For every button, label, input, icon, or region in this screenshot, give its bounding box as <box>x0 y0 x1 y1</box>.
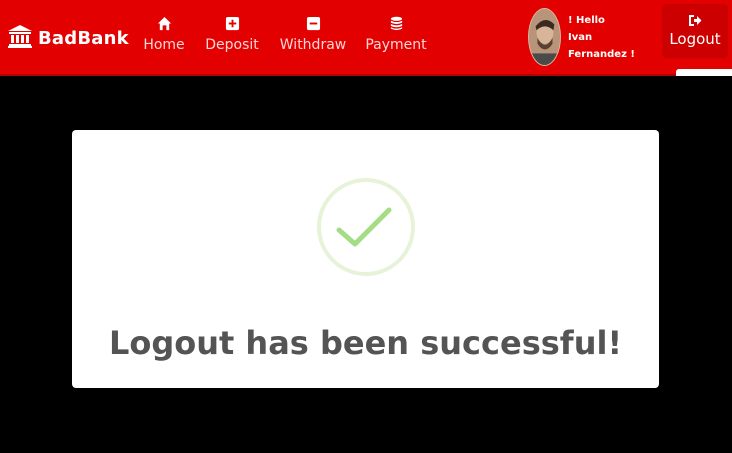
nav-deposit-label: Deposit <box>205 37 259 53</box>
nav-home[interactable]: Home <box>142 16 186 60</box>
sign-out-icon <box>689 15 702 26</box>
user-greeting: ! Hello Ivan Fernandez ! <box>568 12 658 63</box>
user-avatar[interactable] <box>528 8 561 66</box>
top-navbar: BadBank Home Deposit Withdraw Payment ! … <box>0 0 732 76</box>
nav-payment-label: Payment <box>365 37 427 53</box>
nav-deposit[interactable]: Deposit <box>204 16 260 60</box>
greeting-line-3: Fernandez ! <box>568 49 635 60</box>
brand-logo[interactable]: BadBank <box>7 24 129 52</box>
nav-payment[interactable]: Payment <box>365 16 427 60</box>
plus-square-icon <box>225 16 239 31</box>
brand-name: BadBank <box>38 27 129 49</box>
dialog-message: Logout has been successful! <box>108 324 623 362</box>
logout-label: Logout <box>669 30 721 48</box>
nav-home-label: Home <box>143 37 185 53</box>
minus-square-icon <box>306 16 320 31</box>
coins-icon <box>390 16 402 31</box>
logout-success-dialog: Logout has been successful! <box>72 130 659 388</box>
greeting-line-2: Ivan <box>568 32 593 43</box>
greeting-line-1: ! Hello <box>568 15 605 26</box>
success-check-icon <box>316 177 416 277</box>
nav-withdraw[interactable]: Withdraw <box>278 16 348 60</box>
active-indicator <box>676 69 732 76</box>
logout-button[interactable]: Logout <box>662 4 728 58</box>
bank-icon <box>7 24 33 52</box>
nav-withdraw-label: Withdraw <box>279 37 347 53</box>
home-icon <box>157 16 171 31</box>
